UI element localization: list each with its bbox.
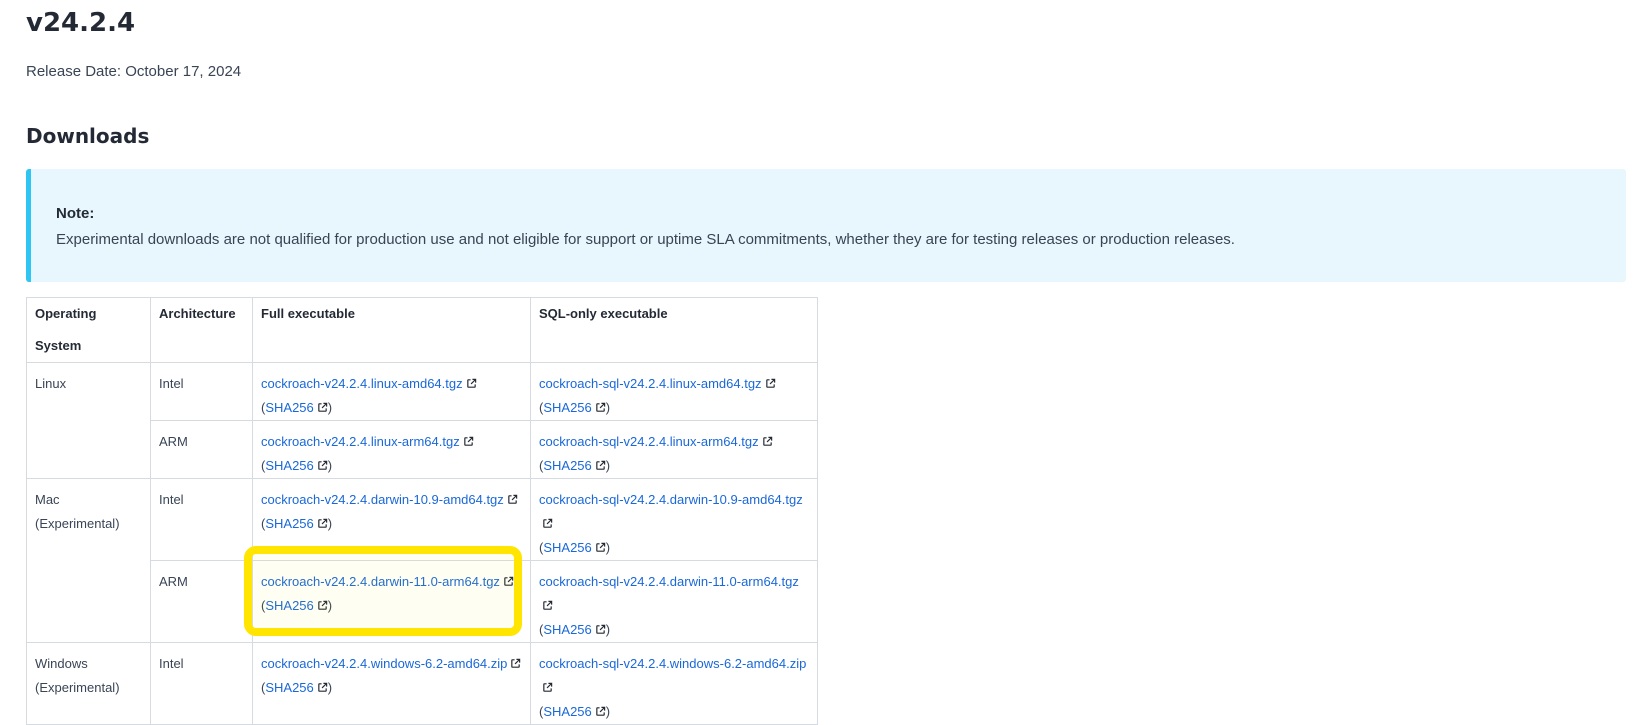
downloads-table: Operating System Architecture Full execu… [26, 297, 818, 725]
os-experimental-label: (Experimental) [35, 516, 120, 531]
sql-exec-cell: cockroach-sql-v24.2.4.linux-amd64.tgz (S… [530, 362, 818, 421]
external-link-icon [595, 537, 606, 552]
table-row: Linux Intel cockroach-v24.2.4.linux-amd6… [26, 362, 818, 479]
external-link-icon [317, 455, 328, 470]
external-link-icon [542, 677, 553, 692]
external-link-icon [503, 571, 514, 586]
os-name: Mac [35, 492, 60, 507]
header-full-executable: Full executable [252, 297, 531, 363]
external-link-icon [317, 677, 328, 692]
external-link-icon [595, 455, 606, 470]
sql-exec-cell: cockroach-sql-v24.2.4.darwin-10.9-amd64.… [530, 478, 818, 561]
sha256-link[interactable]: SHA256 [265, 598, 313, 613]
download-link-sql[interactable]: cockroach-sql-v24.2.4.darwin-11.0-arm64.… [539, 574, 799, 589]
full-exec-cell: cockroach-v24.2.4.linux-arm64.tgz (SHA25… [252, 420, 531, 479]
external-link-icon [466, 373, 477, 388]
os-name: Windows [35, 656, 88, 671]
sql-exec-cell: cockroach-sql-v24.2.4.darwin-11.0-arm64.… [530, 560, 818, 643]
note-text: Experimental downloads are not qualified… [56, 231, 1235, 248]
download-link-full[interactable]: cockroach-v24.2.4.darwin-10.9-amd64.tgz [261, 492, 504, 507]
sql-exec-cell: cockroach-sql-v24.2.4.linux-arm64.tgz (S… [530, 420, 818, 479]
download-link-full-windows[interactable]: cockroach-v24.2.4.windows-6.2-amd64.zip [261, 656, 507, 671]
sha256-link[interactable]: SHA256 [543, 622, 591, 637]
external-link-icon [317, 513, 328, 528]
header-operating-system: Operating System [26, 297, 151, 363]
sha256-link[interactable]: SHA256 [543, 458, 591, 473]
sha256-link[interactable]: SHA256 [543, 704, 591, 719]
note-title: Note: [56, 205, 95, 222]
full-exec-cell: cockroach-v24.2.4.linux-amd64.tgz (SHA25… [252, 362, 531, 421]
downloads-heading: Downloads [26, 124, 150, 148]
os-cell-windows: Windows (Experimental) [26, 642, 151, 725]
external-link-icon [762, 431, 773, 446]
external-link-icon [595, 619, 606, 634]
download-link-full[interactable]: cockroach-v24.2.4.darwin-11.0-arm64.tgz [261, 574, 500, 589]
sha256-link[interactable]: SHA256 [265, 680, 313, 695]
arch-cell: ARM [150, 560, 253, 643]
external-link-icon [507, 489, 518, 504]
os-name: Linux [35, 376, 67, 391]
arch-cell: Intel [150, 478, 253, 561]
table-row: Windows (Experimental) Intel cockroach-v… [26, 642, 818, 725]
full-exec-cell: cockroach-v24.2.4.windows-6.2-amd64.zip … [252, 642, 531, 725]
external-link-icon [542, 513, 553, 528]
external-link-icon [595, 701, 606, 716]
arch-cell: Intel [150, 642, 253, 725]
sql-exec-cell: cockroach-sql-v24.2.4.windows-6.2-amd64.… [530, 642, 818, 725]
note-callout: Note: Experimental downloads are not qua… [26, 169, 1626, 282]
table-row: Mac (Experimental) Intel cockroach-v24.2… [26, 478, 818, 643]
header-architecture: Architecture [150, 297, 253, 363]
sha256-link[interactable]: SHA256 [265, 400, 313, 415]
download-link-sql[interactable]: cockroach-sql-v24.2.4.darwin-10.9-amd64.… [539, 492, 803, 507]
download-link-full[interactable]: cockroach-v24.2.4.linux-arm64.tgz [261, 434, 460, 449]
arch-cell: Intel [150, 362, 253, 421]
os-experimental-label: (Experimental) [35, 680, 120, 695]
full-exec-cell: cockroach-v24.2.4.darwin-10.9-amd64.tgz … [252, 478, 531, 561]
sha256-link[interactable]: SHA256 [543, 540, 591, 555]
os-cell-mac: Mac (Experimental) [26, 478, 151, 643]
sha256-link[interactable]: SHA256 [265, 458, 313, 473]
external-link-icon [542, 595, 553, 610]
external-link-icon [765, 373, 776, 388]
sha256-link[interactable]: SHA256 [265, 516, 313, 531]
download-link-sql[interactable]: cockroach-sql-v24.2.4.linux-arm64.tgz [539, 434, 759, 449]
sha256-link[interactable]: SHA256 [543, 400, 591, 415]
table-header-row: Operating System Architecture Full execu… [26, 297, 818, 363]
header-sql-only-executable: SQL-only executable [530, 297, 818, 363]
download-link-full[interactable]: cockroach-v24.2.4.linux-amd64.tgz [261, 376, 463, 391]
external-link-icon [317, 595, 328, 610]
arch-cell: ARM [150, 420, 253, 479]
version-title: v24.2.4 [26, 8, 136, 38]
release-date: Release Date: October 17, 2024 [26, 63, 242, 80]
external-link-icon [510, 653, 521, 668]
external-link-icon [595, 397, 606, 412]
download-link-sql[interactable]: cockroach-sql-v24.2.4.linux-amd64.tgz [539, 376, 762, 391]
download-link-sql[interactable]: cockroach-sql-v24.2.4.windows-6.2-amd64.… [539, 656, 806, 671]
external-link-icon [317, 397, 328, 412]
os-cell-linux: Linux [26, 362, 151, 479]
full-exec-cell: cockroach-v24.2.4.darwin-11.0-arm64.tgz … [252, 560, 531, 643]
external-link-icon [463, 431, 474, 446]
